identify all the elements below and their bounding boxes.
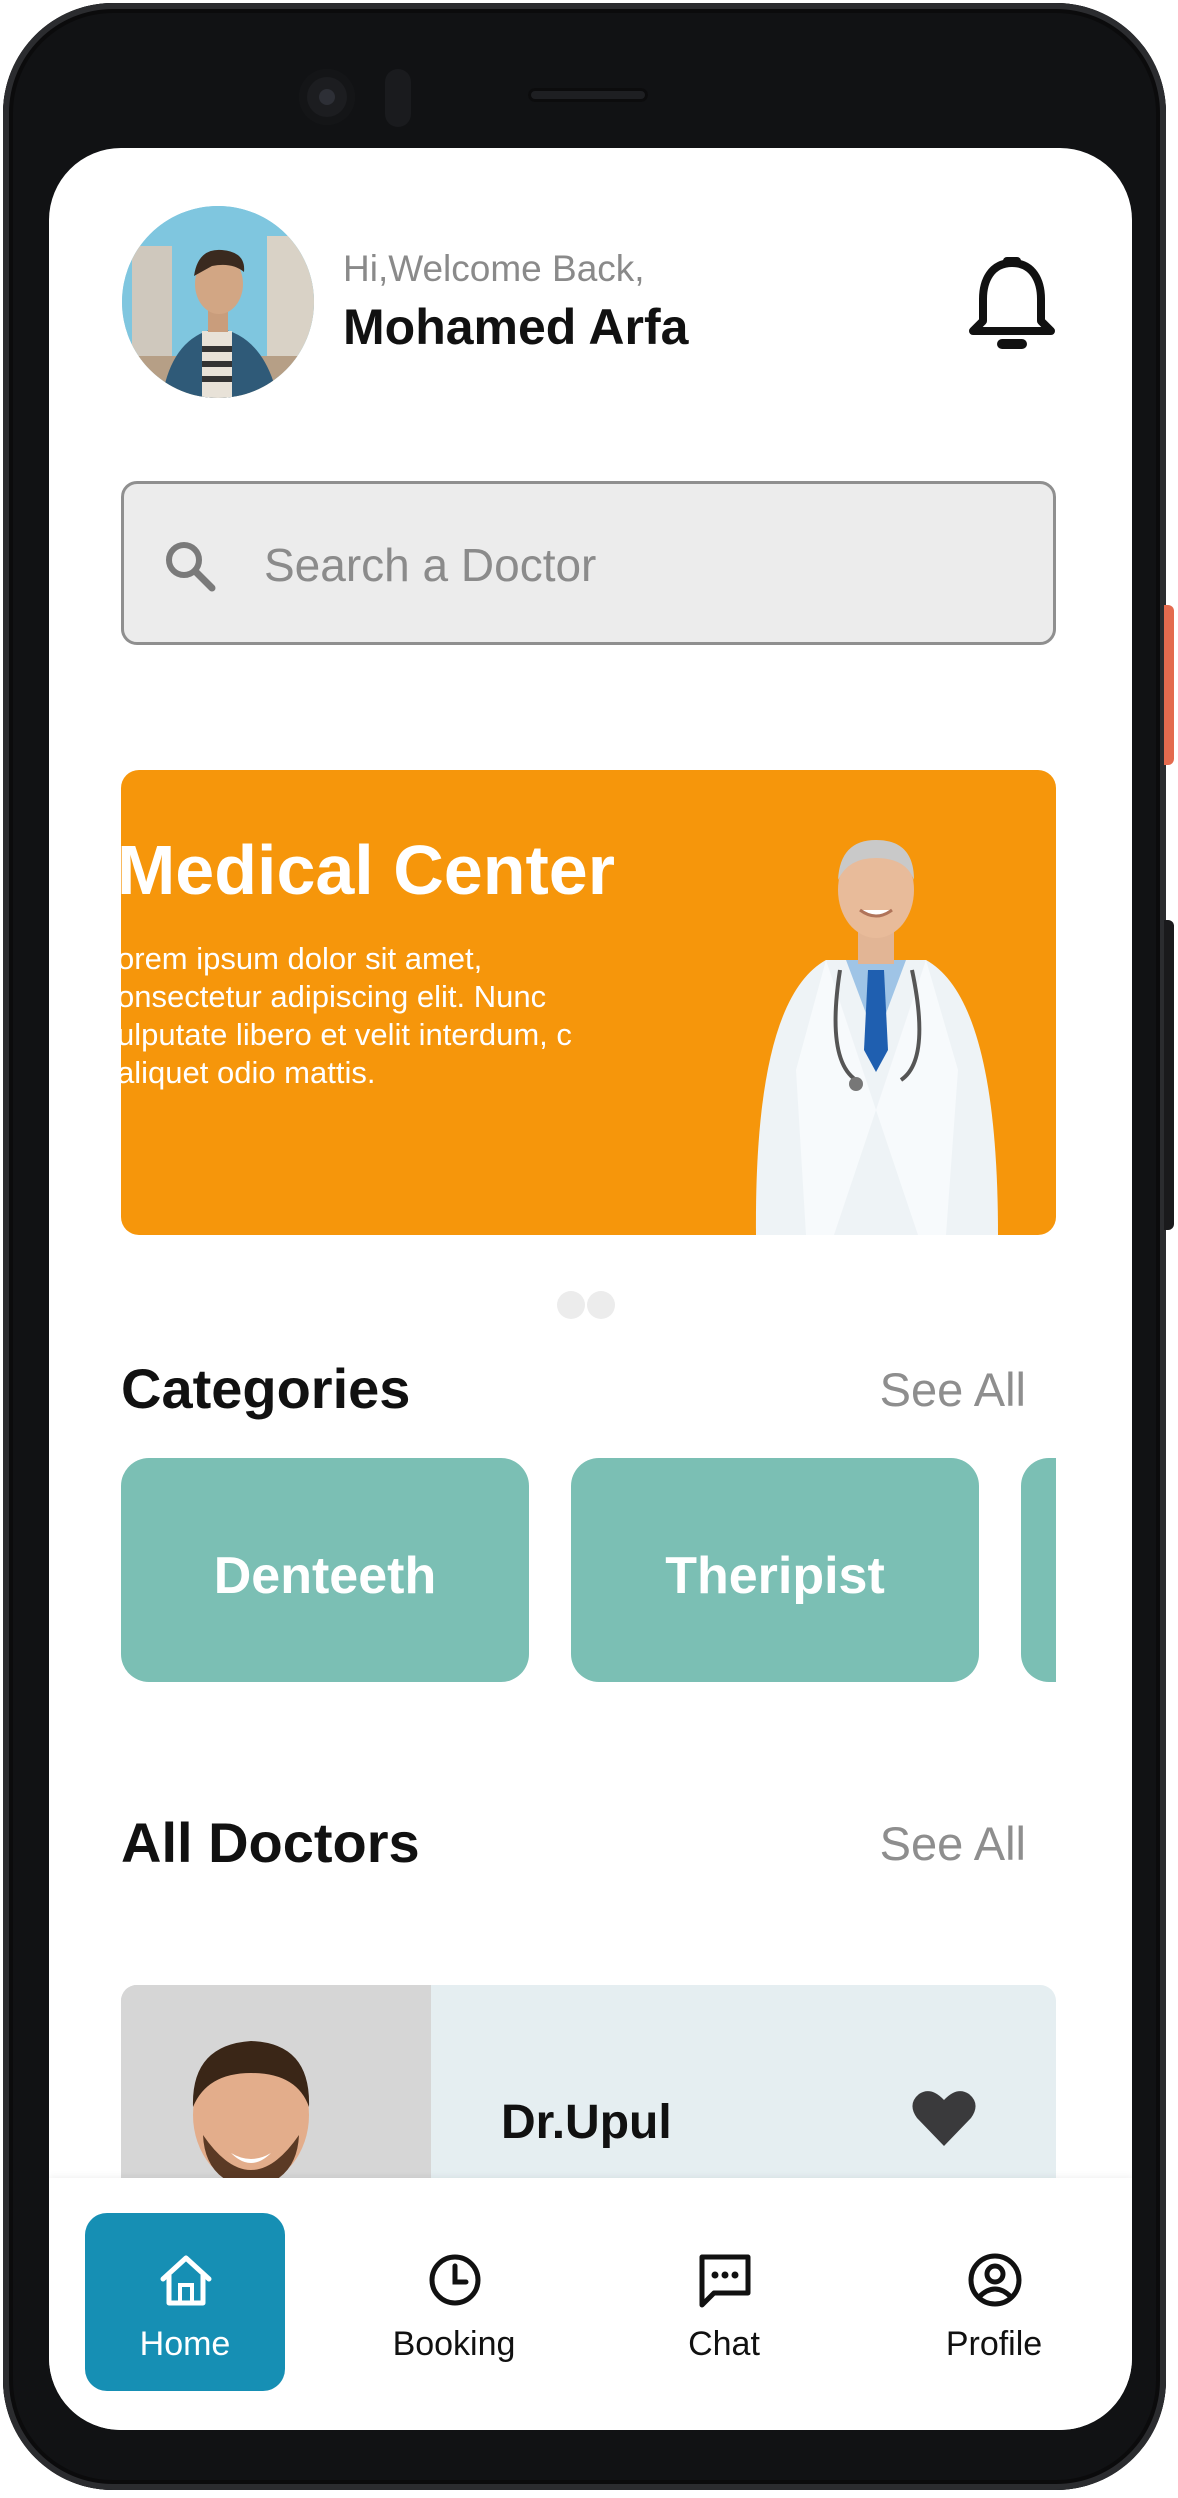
carousel-indicator[interactable] [557, 1291, 617, 1324]
nav-label: Chat [688, 2325, 760, 2363]
nav-booking-tab[interactable]: Booking [354, 2213, 554, 2391]
front-camera [299, 69, 355, 125]
category-card-denteeth[interactable]: Denteeth [121, 1458, 529, 1682]
app-screen: Hi,Welcome Back, Mohamed Arfa Medical Ce… [49, 148, 1132, 2430]
carousel-dot[interactable] [587, 1291, 615, 1319]
search-bar[interactable] [121, 481, 1056, 645]
volume-button [1164, 920, 1174, 1230]
bell-icon[interactable] [967, 253, 1057, 353]
welcome-greeting: Hi,Welcome Back, [343, 248, 645, 289]
nav-label: Profile [945, 2325, 1043, 2363]
heart-icon[interactable] [911, 2088, 977, 2148]
category-card-theripist[interactable]: Theripist [571, 1458, 979, 1682]
carousel-dot[interactable] [557, 1291, 585, 1319]
categories-see-all-link[interactable]: See All [880, 1362, 1026, 1417]
nav-label: Booking [392, 2325, 516, 2363]
doctor-illustration [736, 810, 1016, 1235]
all-doctors-title: All Doctors [121, 1811, 420, 1874]
nav-label: Home [139, 2325, 231, 2363]
user-avatar[interactable] [122, 206, 314, 398]
categories-title: Categories [121, 1357, 411, 1420]
earpiece-speaker [528, 88, 648, 102]
banner-title: Medical Center [121, 831, 615, 909]
home-icon [160, 2255, 212, 2306]
bottom-navigation: Home Booking Chat Profile [49, 2178, 1132, 2430]
category-label: Denteeth [213, 1547, 437, 1605]
category-label: Theripist [665, 1547, 885, 1605]
category-card-partial[interactable] [1021, 1458, 1056, 1682]
phone-frame: Hi,Welcome Back, Mohamed Arfa Medical Ce… [3, 3, 1166, 2490]
banner-text: orem ipsum dolor sit amet, onsectetur ad… [121, 941, 572, 1090]
nav-profile-tab[interactable]: Profile [894, 2213, 1094, 2391]
profile-icon [968, 2253, 1022, 2307]
doctors-see-all-link[interactable]: See All [880, 1816, 1026, 1871]
clock-icon [429, 2254, 481, 2306]
doctor-name: Dr.Upul [501, 2096, 672, 2149]
nav-home-tab[interactable]: Home [85, 2213, 285, 2391]
power-button [1164, 605, 1174, 765]
search-icon [160, 536, 220, 596]
chat-icon [699, 2254, 751, 2308]
proximity-sensor [385, 69, 411, 127]
search-input[interactable] [262, 524, 966, 606]
user-name: Mohamed Arfa [343, 299, 689, 355]
promo-banner[interactable]: Medical Center orem ipsum dolor sit amet… [121, 770, 1056, 1235]
nav-chat-tab[interactable]: Chat [624, 2213, 824, 2391]
